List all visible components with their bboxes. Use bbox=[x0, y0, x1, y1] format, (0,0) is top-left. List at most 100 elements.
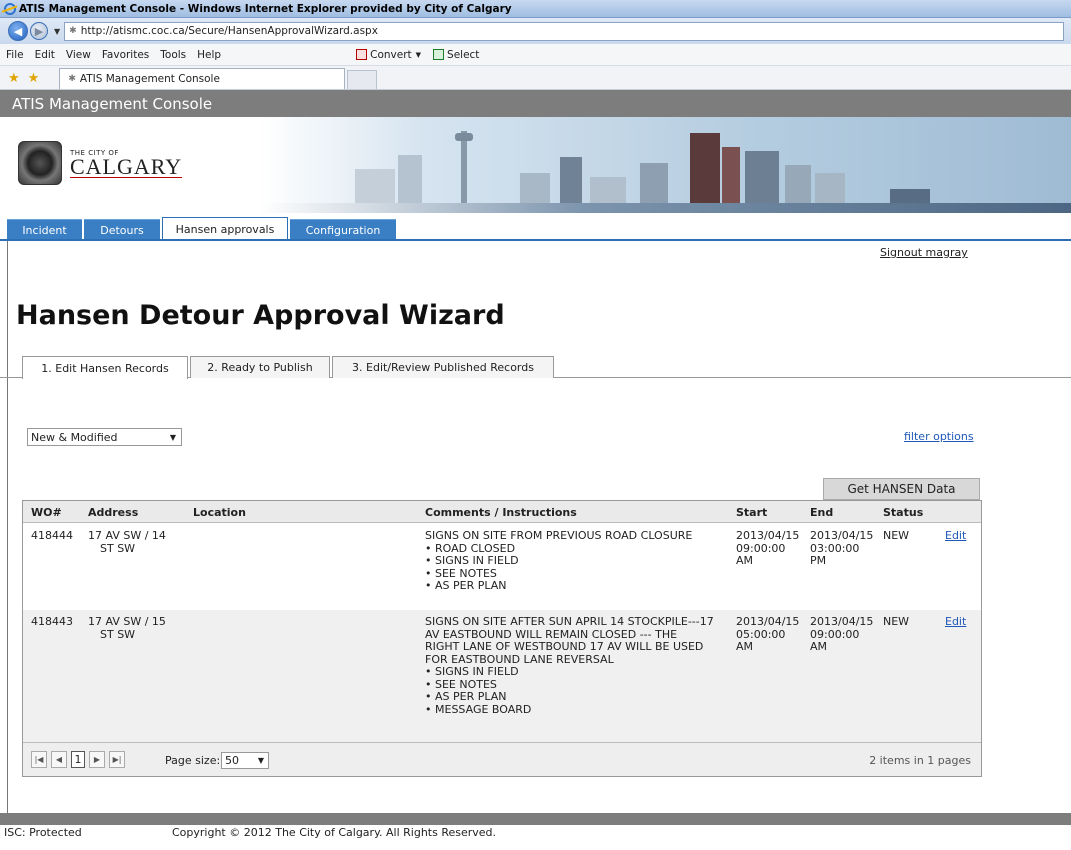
pdf-icon bbox=[356, 49, 368, 60]
column-header[interactable]: Start bbox=[736, 506, 767, 519]
start-time: 2013/04/15 09:00:00 AM bbox=[736, 529, 800, 567]
menu-tools[interactable]: Tools bbox=[160, 49, 186, 61]
skyline-building bbox=[890, 189, 930, 203]
tab-ready-to-publish[interactable]: 2. Ready to Publish bbox=[190, 356, 330, 378]
edit-link[interactable]: Edit bbox=[945, 529, 966, 543]
menu-edit[interactable]: Edit bbox=[35, 49, 55, 61]
comments: SIGNS ON SITE FROM PREVIOUS ROAD CLOSURE… bbox=[425, 529, 692, 593]
column-header[interactable]: WO# bbox=[31, 506, 62, 519]
new-tab-button[interactable] bbox=[347, 70, 378, 89]
classification-label: ISC: Protected bbox=[4, 826, 82, 839]
page-size-select[interactable]: 50 ▼ bbox=[221, 752, 269, 769]
back-icon[interactable]: ◀ bbox=[8, 21, 28, 41]
first-page-icon[interactable]: |◀ bbox=[31, 751, 47, 768]
wizard-tabs: 1. Edit Hansen Records 2. Ready to Publi… bbox=[0, 356, 1071, 379]
favorites-star-icon[interactable]: ★ bbox=[8, 71, 20, 86]
comments: SIGNS ON SITE AFTER SUN APRIL 14 STOCKPI… bbox=[425, 615, 714, 716]
records-grid: WO# Address Location Comments / Instruct… bbox=[22, 500, 982, 777]
app-title: ATIS Management Console bbox=[12, 94, 213, 113]
page-title: Hansen Detour Approval Wizard bbox=[16, 300, 505, 331]
skyline-building bbox=[520, 173, 550, 203]
skyline-building bbox=[785, 165, 811, 203]
tab-edit-review-published[interactable]: 3. Edit/Review Published Records bbox=[332, 356, 554, 378]
grid-header: WO# Address Location Comments / Instruct… bbox=[23, 501, 981, 523]
status-text: NEW bbox=[883, 615, 910, 628]
column-header[interactable]: Status bbox=[883, 506, 923, 519]
logo-big-text: CALGARY bbox=[70, 153, 183, 179]
column-header[interactable]: Address bbox=[88, 506, 138, 519]
menu-favorites[interactable]: Favorites bbox=[102, 49, 149, 61]
add-favorites-icon[interactable]: ★ bbox=[28, 71, 40, 86]
skyline-building bbox=[355, 169, 395, 203]
browser-tab[interactable]: ✱ ATIS Management Console bbox=[59, 68, 346, 89]
filter-select-value: New & Modified bbox=[31, 430, 118, 444]
last-page-icon[interactable]: ▶| bbox=[109, 751, 125, 768]
favorites-bar: ★ ★ ✱ ATIS Management Console bbox=[0, 66, 1071, 90]
skyline-building bbox=[722, 147, 740, 203]
skyline-building bbox=[815, 173, 845, 203]
skyline-building bbox=[640, 163, 668, 203]
tab-hansen-approvals[interactable]: Hansen approvals bbox=[162, 217, 288, 241]
address-row: ◀ ▶ ▼ ✱ http://atismc.coc.ca/Secure/Hans… bbox=[0, 18, 1071, 44]
window-title: ATIS Management Console - Windows Intern… bbox=[19, 2, 512, 15]
banner: THE CITY OF CALGARY bbox=[0, 117, 1071, 213]
signout-link[interactable]: Signout magray bbox=[880, 246, 968, 259]
tab-incident[interactable]: Incident bbox=[7, 219, 82, 241]
footer-bar bbox=[0, 813, 1071, 825]
column-header[interactable]: End bbox=[810, 506, 833, 519]
tab-edit-hansen-records[interactable]: 1. Edit Hansen Records bbox=[22, 356, 188, 379]
next-page-icon[interactable]: ▶ bbox=[89, 751, 105, 768]
chevron-down-icon[interactable]: ▼ bbox=[416, 51, 421, 59]
site-icon: ✱ bbox=[69, 26, 77, 36]
page-number[interactable]: 1 bbox=[71, 751, 85, 768]
forward-icon[interactable]: ▶ bbox=[30, 22, 48, 40]
skyline-building bbox=[398, 155, 422, 203]
select-button[interactable]: Select bbox=[433, 49, 479, 61]
edit-link[interactable]: Edit bbox=[945, 615, 966, 629]
page-size-label: Page size: bbox=[165, 754, 221, 767]
end-time: 2013/04/15 03:00:00 PM bbox=[810, 529, 874, 567]
menu-file[interactable]: File bbox=[6, 49, 24, 61]
chevron-down-icon: ▼ bbox=[169, 432, 176, 442]
calgary-tower bbox=[461, 131, 467, 203]
prev-page-icon[interactable]: ◀ bbox=[51, 751, 67, 768]
tab-configuration[interactable]: Configuration bbox=[290, 219, 396, 241]
address-url: http://atismc.coc.ca/Secure/HansenApprov… bbox=[80, 25, 378, 37]
end-time: 2013/04/15 09:00:00 AM bbox=[810, 615, 874, 653]
table-row: 418443 17 AV SW / 15 ST SW SIGNS ON SITE… bbox=[23, 610, 981, 744]
history-dropdown-icon[interactable]: ▼ bbox=[54, 27, 60, 36]
grid-pager: |◀ ◀ 1 ▶ ▶| Page size: 50 ▼ 2 items in 1… bbox=[23, 742, 981, 776]
menu-help[interactable]: Help bbox=[197, 49, 221, 61]
get-hansen-data-button[interactable]: Get HANSEN Data bbox=[823, 478, 980, 500]
skyline-building bbox=[690, 133, 720, 203]
calgary-tower-top bbox=[455, 133, 473, 141]
site-icon: ✱ bbox=[68, 74, 76, 84]
calgary-logo: THE CITY OF CALGARY bbox=[18, 141, 183, 185]
table-row: 418444 17 AV SW / 14 ST SW SIGNS ON SITE… bbox=[23, 524, 981, 610]
convert-button[interactable]: Convert ▼ bbox=[356, 49, 429, 61]
filter-select[interactable]: New & Modified ▼ bbox=[27, 428, 182, 446]
status-text: NEW bbox=[883, 529, 910, 542]
tab-detours[interactable]: Detours bbox=[84, 219, 160, 241]
address: 17 AV SW / 14 ST SW bbox=[88, 529, 166, 555]
window-titlebar: ATIS Management Console - Windows Intern… bbox=[0, 0, 1071, 18]
address: 17 AV SW / 15 ST SW bbox=[88, 615, 166, 641]
menu-bar: File Edit View Favorites Tools Help Conv… bbox=[0, 44, 1071, 66]
address-bar[interactable]: ✱ http://atismc.coc.ca/Secure/HansenAppr… bbox=[64, 21, 1065, 41]
wo-number: 418443 bbox=[31, 615, 73, 628]
column-header[interactable]: Location bbox=[193, 506, 246, 519]
column-header[interactable]: Comments / Instructions bbox=[425, 506, 577, 519]
skyline-building bbox=[560, 157, 582, 203]
pager-info: 2 items in 1 pages bbox=[869, 754, 971, 767]
wo-number: 418444 bbox=[31, 529, 73, 542]
skyline-building bbox=[590, 177, 626, 203]
main-nav: Incident Detours Hansen approvals Config… bbox=[0, 213, 1071, 241]
app-header: ATIS Management Console bbox=[0, 90, 1071, 117]
menu-view[interactable]: View bbox=[66, 49, 91, 61]
copyright-text: Copyright © 2012 The City of Calgary. Al… bbox=[172, 826, 497, 839]
ie-icon bbox=[4, 2, 16, 15]
select-icon bbox=[433, 49, 445, 60]
city-crest-icon bbox=[18, 141, 62, 185]
skyline-building bbox=[745, 151, 779, 203]
filter-options-link[interactable]: filter options bbox=[904, 430, 974, 443]
